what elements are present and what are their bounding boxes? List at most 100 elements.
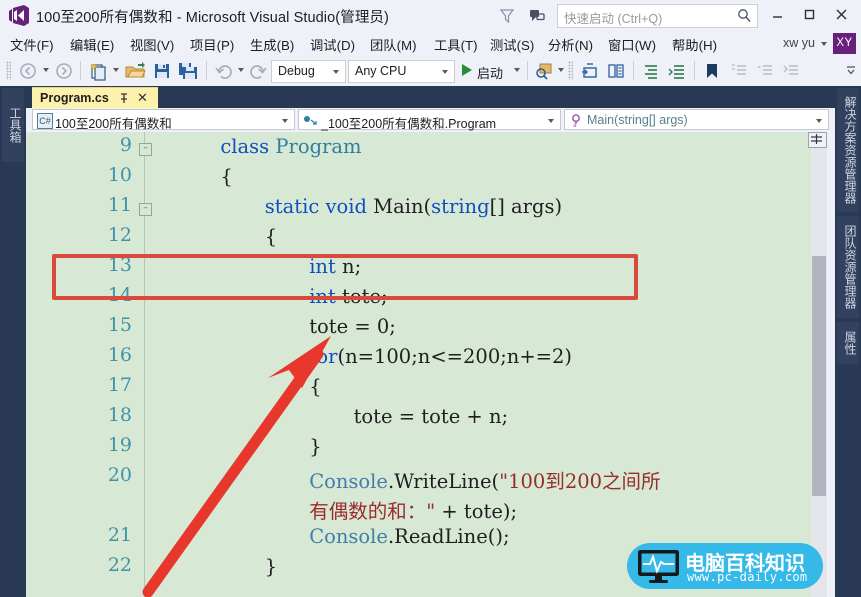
- code-text: }: [265, 555, 277, 578]
- menu-team[interactable]: 团队(M): [368, 34, 419, 55]
- user-account-label[interactable]: xw yu: [783, 36, 815, 50]
- menu-analyze[interactable]: 分析(N): [546, 34, 595, 55]
- maximize-button[interactable]: [797, 3, 822, 26]
- code-line[interactable]: 10 {: [26, 164, 835, 194]
- member-dropdown[interactable]: a Main(string[] args): [564, 109, 829, 130]
- menu-file[interactable]: 文件(F): [8, 34, 56, 55]
- menu-edit[interactable]: 编辑(E): [68, 34, 116, 55]
- code-token: for: [309, 345, 338, 368]
- toolbar-grip[interactable]: [568, 61, 573, 80]
- menu-window[interactable]: 窗口(W): [606, 34, 658, 55]
- chevron-down-icon[interactable]: [333, 70, 339, 74]
- code-line[interactable]: 有偶数的和：" + tote);: [26, 494, 835, 524]
- code-text: Console.ReadLine();: [309, 525, 509, 548]
- code-token: int: [309, 285, 336, 308]
- funnel-icon[interactable]: [497, 6, 517, 26]
- code-line[interactable]: 20Console.WriteLine("100到200之间所↵: [26, 464, 835, 494]
- undo-icon[interactable]: [214, 61, 234, 81]
- find-dropdown-icon[interactable]: [558, 68, 564, 72]
- chevron-down-icon[interactable]: [282, 119, 288, 123]
- sidebar-item-solution-explorer[interactable]: 解决方案资源管理器: [837, 88, 859, 212]
- start-dropdown-icon[interactable]: [514, 68, 520, 72]
- code-line[interactable]: 18 tote = tote + n;: [26, 404, 835, 434]
- menu-project[interactable]: 项目(P): [188, 34, 236, 55]
- code-token: + tote);: [435, 500, 518, 523]
- navigate-forward-icon[interactable]: [54, 61, 74, 81]
- code-line[interactable]: 14 int tote;: [26, 284, 835, 314]
- menu-tools[interactable]: 工具(T): [432, 34, 480, 55]
- menu-view[interactable]: 视图(V): [128, 34, 176, 55]
- vertical-scrollbar[interactable]: [811, 132, 827, 597]
- scrollbar-thumb[interactable]: [812, 256, 826, 496]
- navigation-bar: C# 100至200所有偶数和 _100至200所有偶数和.Program a: [26, 108, 835, 132]
- close-button[interactable]: [829, 3, 854, 26]
- quick-launch-input[interactable]: 快速启动 (Ctrl+Q): [557, 4, 758, 28]
- code-line[interactable]: 15 tote = 0;: [26, 314, 835, 344]
- step-over-icon[interactable]: [606, 61, 626, 81]
- sidebar-item-toolbox[interactable]: 工具箱: [2, 88, 24, 162]
- open-file-icon[interactable]: [124, 61, 146, 81]
- new-project-dropdown-icon[interactable]: [113, 68, 119, 72]
- new-project-icon[interactable]: [88, 61, 109, 81]
- solution-platforms: Any CPU: [348, 60, 455, 83]
- menu-test[interactable]: 测试(S): [488, 34, 536, 55]
- comment-icon[interactable]: [730, 61, 750, 81]
- tab-program-cs[interactable]: Program.cs ✕: [32, 87, 158, 109]
- start-label: 启动: [477, 66, 504, 81]
- project-dropdown[interactable]: C# 100至200所有偶数和: [32, 109, 295, 131]
- indent-icon[interactable]: [641, 61, 661, 81]
- code-text: class Program: [220, 135, 361, 158]
- save-icon[interactable]: [152, 61, 172, 81]
- sidebar-item-team-explorer[interactable]: 团队资源管理器: [837, 216, 859, 318]
- close-icon[interactable]: ✕: [137, 91, 148, 104]
- overflow-icon[interactable]: [846, 64, 856, 76]
- code-text: int n;: [309, 255, 361, 278]
- navigate-back-dropdown-icon[interactable]: [43, 68, 49, 72]
- code-line[interactable]: 13 int n;: [26, 254, 835, 284]
- split-view-button[interactable]: [808, 132, 827, 148]
- outdent-icon[interactable]: [667, 61, 687, 81]
- sidebar-item-properties[interactable]: 属性: [837, 322, 859, 364]
- chevron-down-icon[interactable]: [442, 70, 448, 74]
- feedback-icon[interactable]: [527, 6, 547, 26]
- code-line[interactable]: 12 {: [26, 224, 835, 254]
- pin-icon[interactable]: [118, 92, 130, 104]
- menu-debug[interactable]: 调试(D): [308, 34, 357, 55]
- solution-configurations: Debug: [271, 60, 346, 83]
- code-line[interactable]: 11– static void Main(string[] args): [26, 194, 835, 224]
- undo-dropdown-icon[interactable]: [238, 68, 244, 72]
- code-line[interactable]: 9– class Program: [26, 134, 835, 164]
- chevron-down-icon[interactable]: [816, 119, 822, 123]
- chevron-down-icon[interactable]: [821, 42, 827, 46]
- minimize-button[interactable]: [765, 3, 790, 26]
- type-dropdown[interactable]: _100至200所有偶数和.Program: [298, 109, 561, 131]
- code-token: .WriteLine(: [387, 470, 500, 493]
- editor-right-gap: [827, 132, 835, 597]
- code-line[interactable]: 17 {: [26, 374, 835, 404]
- menu-help[interactable]: 帮助(H): [670, 34, 719, 55]
- avatar[interactable]: XY: [833, 33, 856, 54]
- code-line[interactable]: 16 for(n=100;n<=200;n+=2): [26, 344, 835, 374]
- find-icon[interactable]: [534, 61, 554, 81]
- bookmark-icon[interactable]: [702, 61, 722, 81]
- chevron-down-icon[interactable]: [548, 119, 554, 123]
- fold-toggle-icon[interactable]: –: [139, 143, 152, 156]
- menu-build[interactable]: 生成(B): [248, 34, 296, 55]
- code-token: [] args): [489, 195, 563, 218]
- code-token: tote = tote + n;: [353, 405, 509, 428]
- code-token: static: [264, 195, 326, 218]
- code-line[interactable]: 19}: [26, 434, 835, 464]
- toolbar-grip[interactable]: [6, 61, 11, 80]
- code-editor[interactable]: 9– class Program 10{11– static void Main(st…: [26, 132, 835, 597]
- uncomment-icon[interactable]: [756, 61, 776, 81]
- step-into-icon[interactable]: [580, 61, 600, 81]
- collapse-icon[interactable]: [782, 61, 802, 81]
- line-number: 19: [107, 434, 132, 456]
- left-dock-strip: 工具箱: [0, 86, 26, 597]
- fold-toggle-icon[interactable]: –: [139, 203, 152, 216]
- save-all-icon[interactable]: [177, 61, 199, 81]
- navigate-back-icon[interactable]: [18, 61, 38, 81]
- redo-icon[interactable]: [248, 61, 268, 81]
- standard-toolbar: Debug Any CPU 启动: [0, 56, 861, 87]
- line-number: 14: [107, 284, 132, 306]
